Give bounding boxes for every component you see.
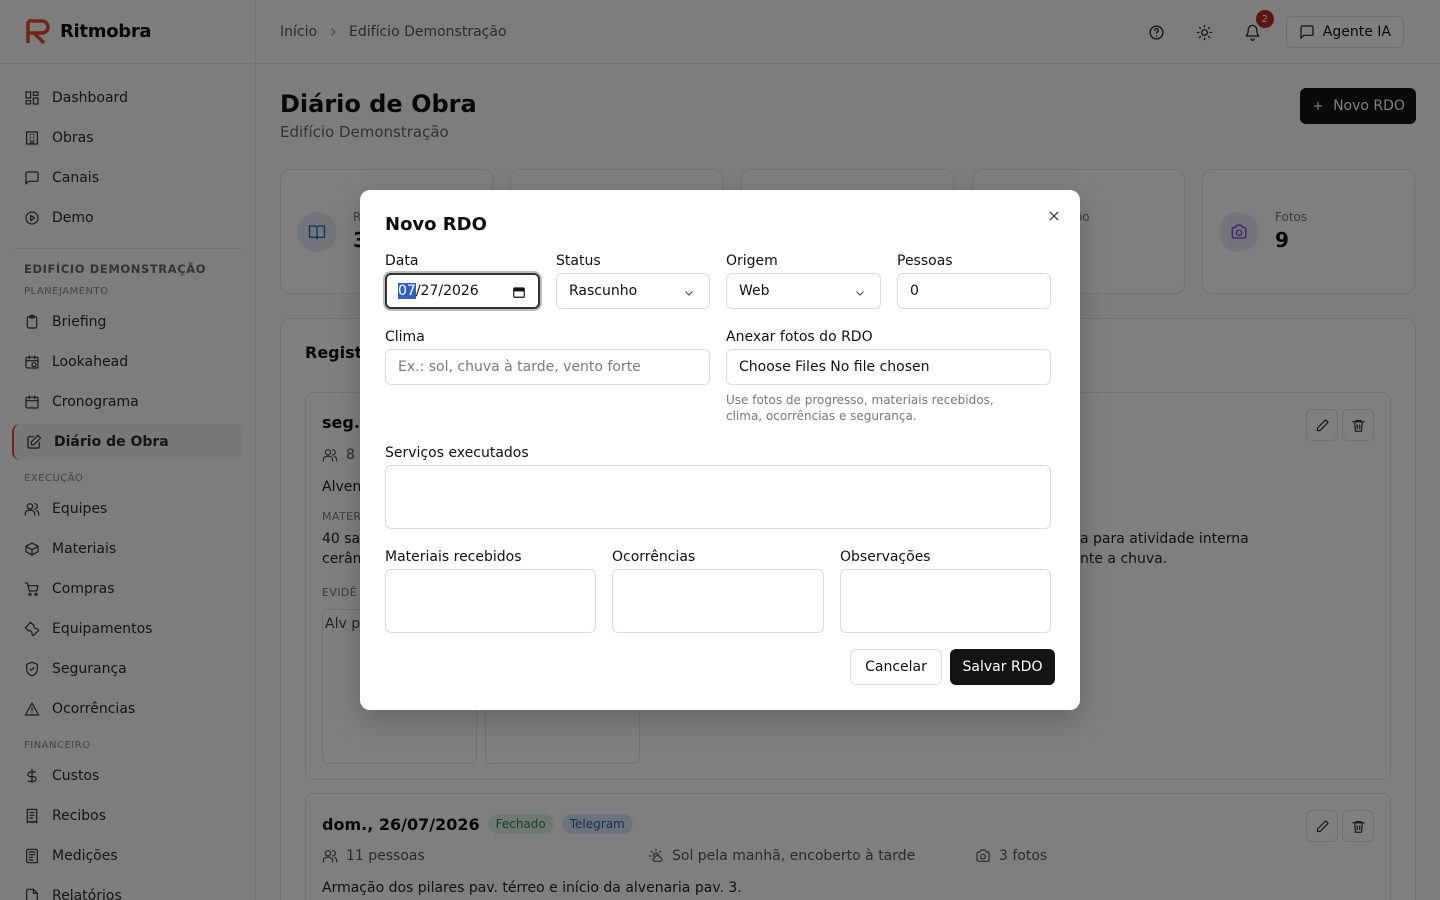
date-input[interactable]: 07/27/2026 [385,273,540,309]
clima-placeholder: Ex.: sol, chuva à tarde, vento forte [398,359,641,375]
fotos-file-value: Choose Files No file chosen [739,359,930,375]
origem-value: Web [739,283,770,299]
fotos-hint: Use fotos de progresso, materiais recebi… [726,393,994,423]
status-select[interactable]: Rascunho [556,273,710,309]
fotos-label: Anexar fotos do RDO [726,329,873,345]
pessoas-label: Pessoas [897,253,953,269]
status-value: Rascunho [569,283,638,299]
materiais-label: Materiais recebidos [385,549,522,565]
date-rest-segment: /27/2026 [415,283,479,299]
date-month-segment: 07 [398,283,416,299]
chevron-down-icon [685,291,693,296]
servicos-textarea[interactable] [385,465,1051,529]
clima-label: Clima [385,329,425,345]
ocorrencias-textarea[interactable] [612,569,824,633]
fotos-file-input[interactable]: Choose Files No file chosen [726,349,1051,385]
observacoes-textarea[interactable] [840,569,1051,633]
calendar-icon[interactable] [512,285,526,299]
materiais-textarea[interactable] [385,569,596,633]
chevron-down-icon [856,291,864,296]
data-label: Data [385,253,419,269]
ocorrencias-label: Ocorrências [612,549,696,565]
close-icon [1049,211,1059,221]
pessoas-input[interactable]: 0 [897,273,1051,309]
dialog-title: Novo RDO [385,214,487,235]
close-button[interactable] [1044,206,1064,226]
origem-label: Origem [726,253,778,269]
servicos-label: Serviços executados [385,445,529,461]
observacoes-label: Observações [840,549,931,565]
status-label: Status [556,253,601,269]
origem-select[interactable]: Web [726,273,881,309]
save-rdo-button[interactable]: Salvar RDO [950,649,1055,685]
pessoas-value: 0 [910,283,919,299]
cancel-button[interactable]: Cancelar [850,649,942,685]
clima-input[interactable]: Ex.: sol, chuva à tarde, vento forte [385,349,710,385]
new-rdo-dialog: Novo RDO Data 07/27/2026 Status Rascunho… [360,190,1080,710]
